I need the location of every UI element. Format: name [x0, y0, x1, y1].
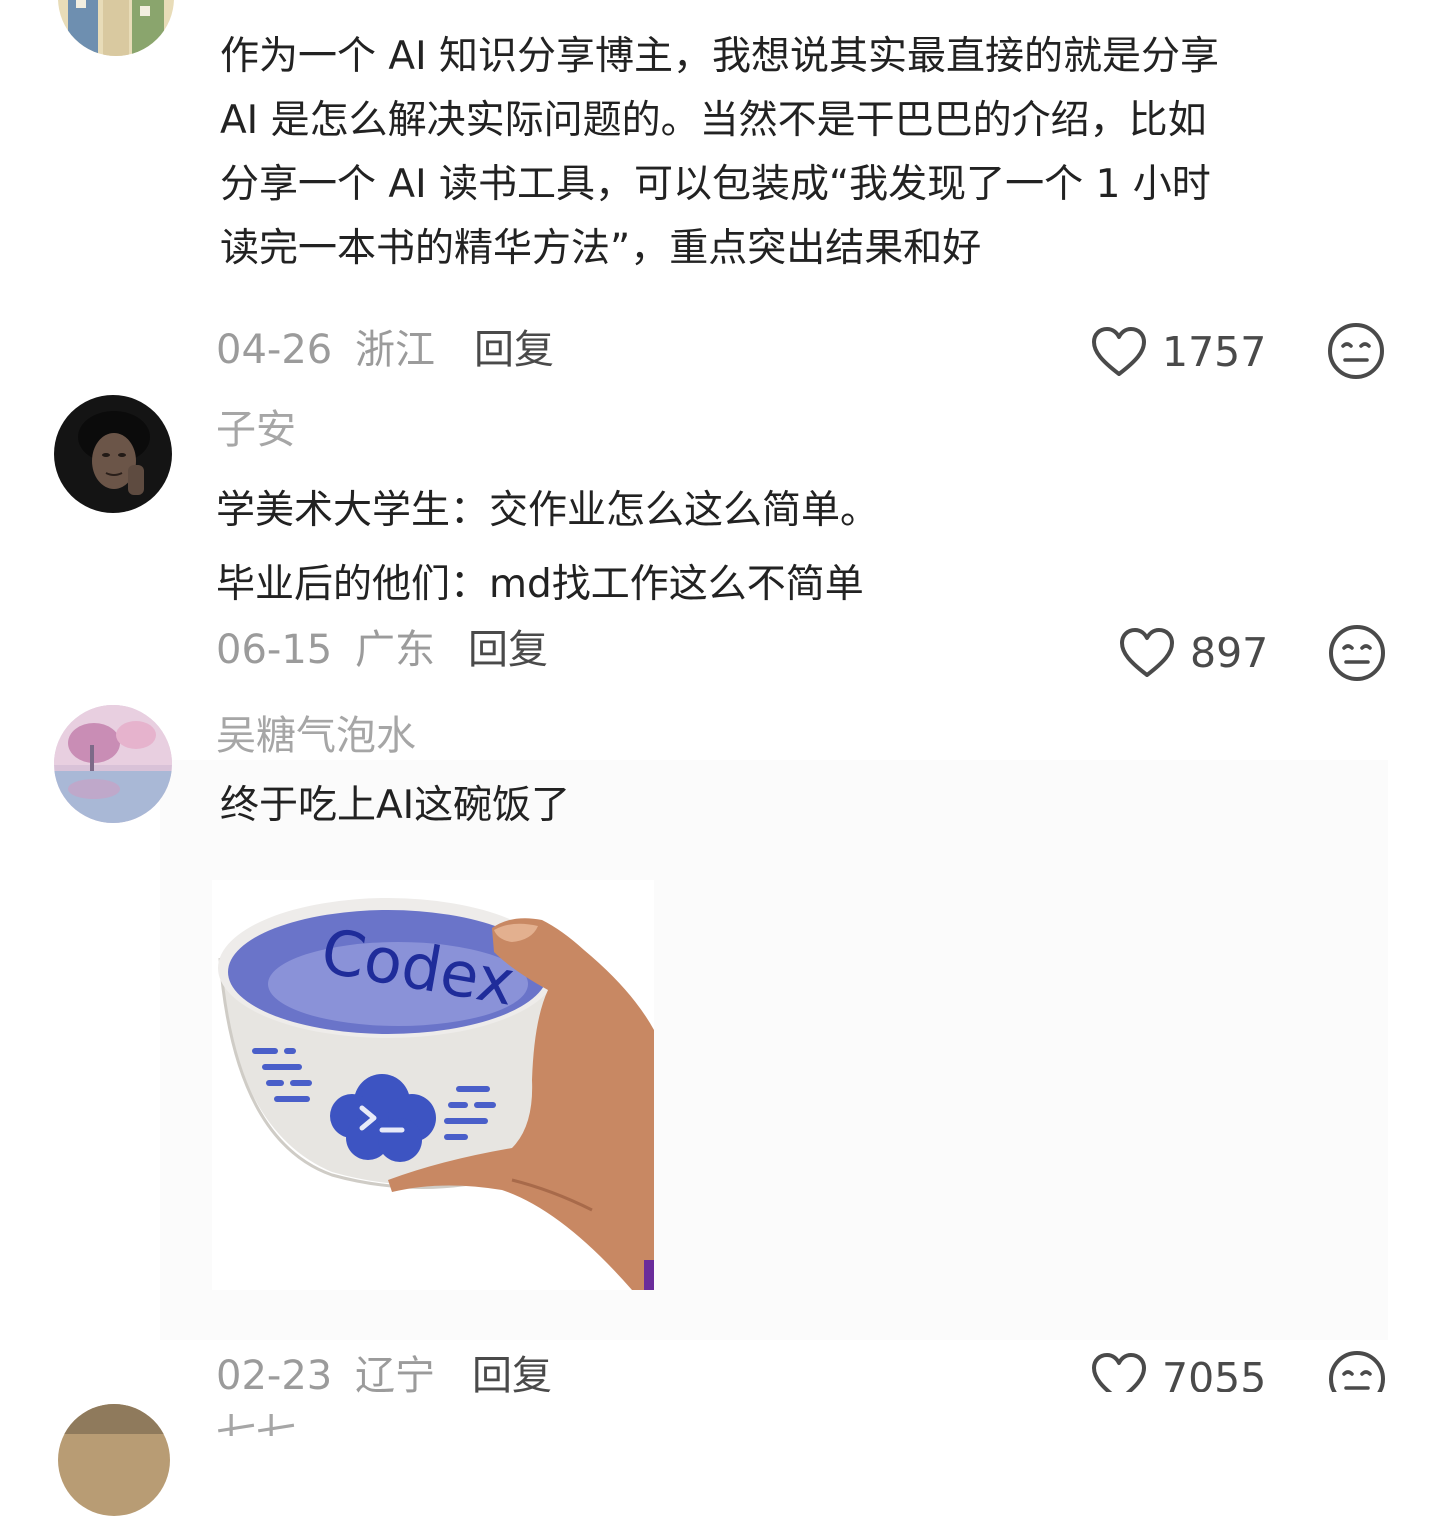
- comment-line: 毕业后的他们：md找工作这么不简单: [216, 562, 864, 607]
- like-count: 1757: [1162, 328, 1267, 376]
- heart-outline-icon[interactable]: [1090, 326, 1148, 378]
- username-clip: 七七: [216, 1414, 416, 1436]
- comment-text: 作为一个 AI 知识分享博主，我想说其实最直接的就是分享 AI 是怎么解决实际问…: [220, 25, 1219, 281]
- reply-button[interactable]: 回复: [468, 630, 548, 670]
- heart-outline-icon[interactable]: [1090, 1352, 1148, 1392]
- comment-text: 终于吃上AI这碗饭了: [220, 774, 570, 838]
- meh-face-icon[interactable]: [1328, 1350, 1386, 1392]
- avatar[interactable]: [54, 705, 172, 823]
- avatar[interactable]: [58, 0, 174, 56]
- comment-date: 04-26 浙江: [216, 330, 435, 370]
- username[interactable]: 七七: [216, 1414, 296, 1436]
- comment-date: 06-15 广东: [216, 630, 435, 670]
- avatar[interactable]: [58, 1404, 170, 1516]
- comment-line: 读完一本书的精华方法”，重点突出结果和好: [220, 226, 982, 271]
- meh-face-icon[interactable]: [1327, 322, 1385, 380]
- location-text: 广东: [354, 627, 435, 673]
- username[interactable]: 吴糖气泡水: [216, 716, 416, 756]
- avatar[interactable]: [54, 395, 172, 513]
- comment-line: 终于吃上AI这碗饭了: [220, 783, 571, 828]
- comment-photo[interactable]: Codex: [212, 880, 654, 1290]
- comment-line: AI 是怎么解决实际问题的。当然不是干巴巴的介绍，比如: [220, 98, 1207, 143]
- date-text: 04-26: [216, 327, 333, 373]
- location-text: 浙江: [354, 327, 435, 373]
- date-text: 06-15: [216, 627, 333, 673]
- dislike-area: [1326, 1348, 1388, 1392]
- comment-date: 02-23 辽宁: [216, 1356, 435, 1396]
- like-count: 7055: [1162, 1354, 1267, 1393]
- username[interactable]: 子安: [216, 410, 296, 450]
- meh-face-icon[interactable]: [1328, 624, 1386, 682]
- comment-line: 作为一个 AI 知识分享博主，我想说其实最直接的就是分享: [220, 34, 1219, 79]
- reply-button[interactable]: 回复: [474, 330, 554, 370]
- heart-outline-icon[interactable]: [1118, 627, 1176, 679]
- comment-text: 学美术大学生：交作业怎么这么简单。 毕业后的他们：md找工作这么不简单: [216, 474, 879, 622]
- reply-button[interactable]: 回复: [472, 1356, 552, 1396]
- comment-line: 分享一个 AI 读书工具，可以包装成“我发现了一个 1 小时: [220, 162, 1211, 207]
- date-text: 02-23: [216, 1353, 333, 1399]
- location-text: 辽宁: [354, 1353, 435, 1399]
- comment-line: 学美术大学生：交作业怎么这么简单。: [216, 488, 880, 533]
- like-area: 7055: [1088, 1350, 1288, 1392]
- like-count: 897: [1190, 629, 1269, 677]
